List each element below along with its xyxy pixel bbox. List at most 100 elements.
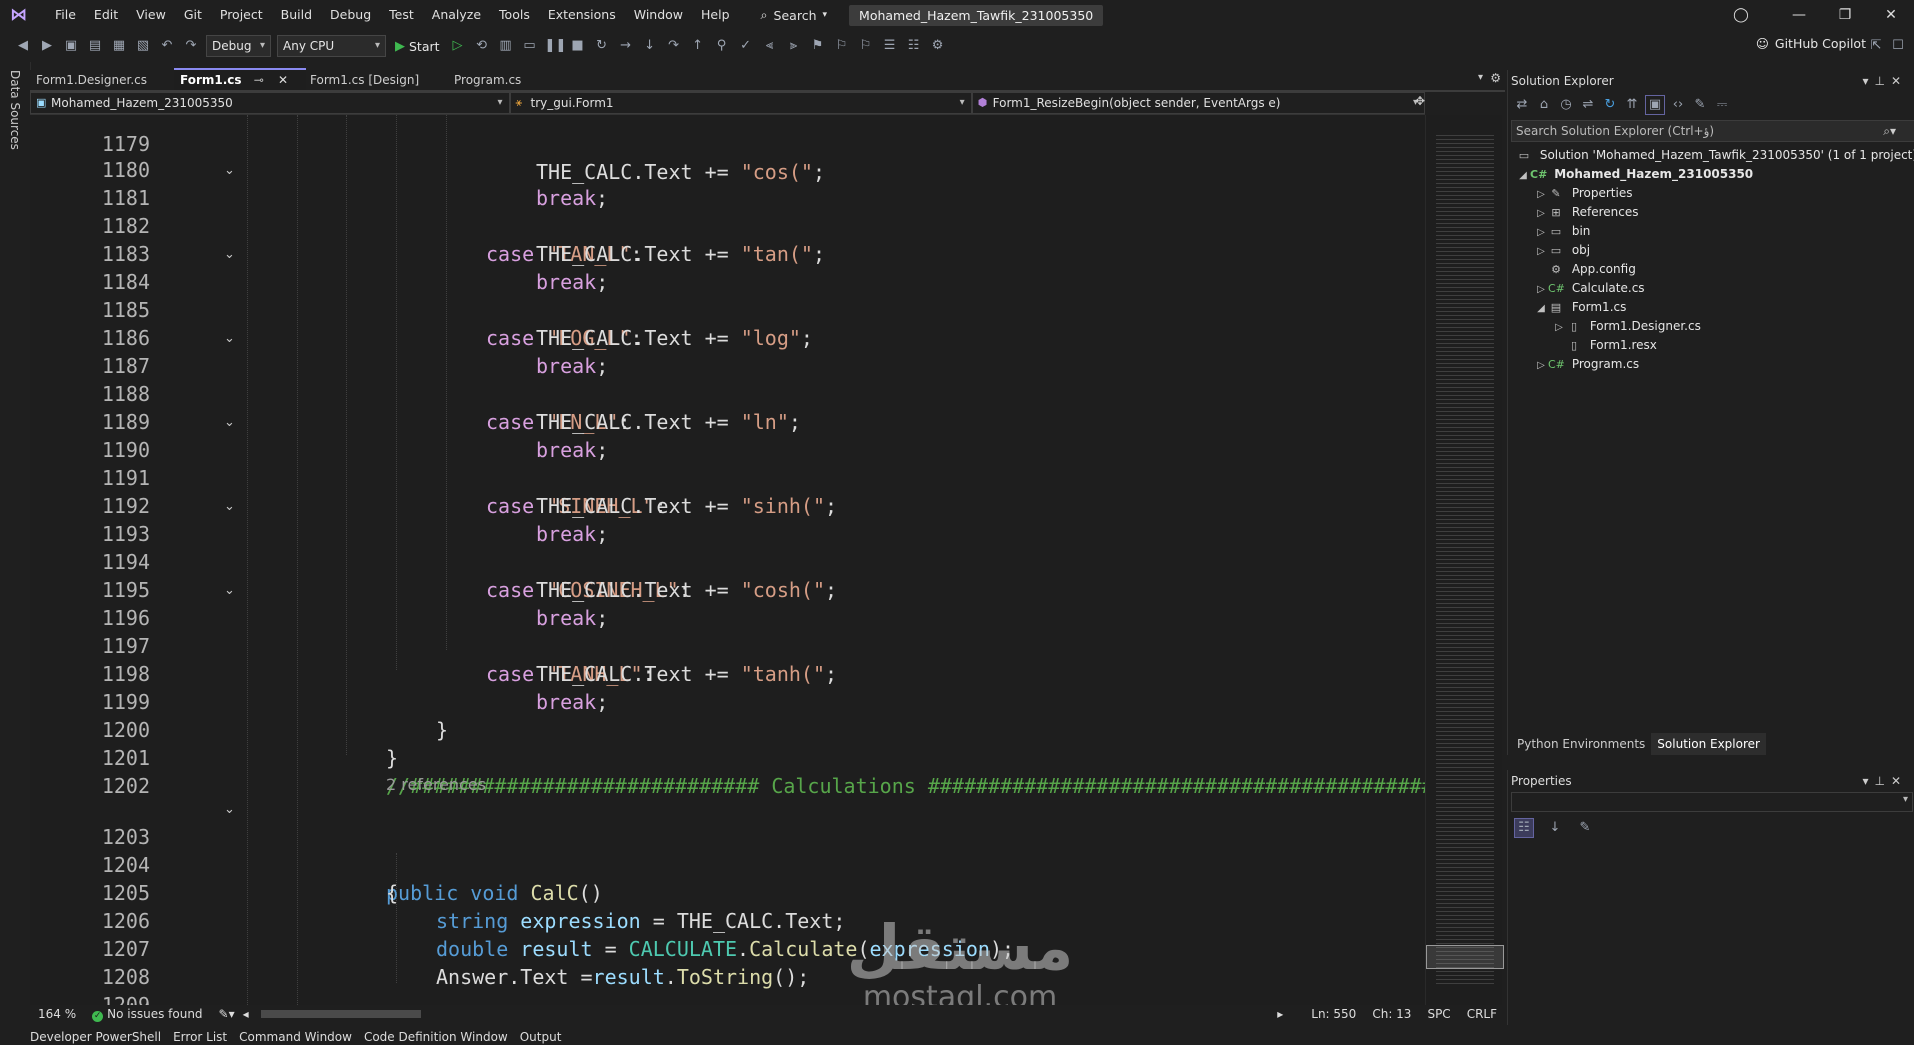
tree-item-form1-resx[interactable]: ▯ Form1.resx (1566, 336, 1657, 355)
menu-debug[interactable]: Debug (321, 0, 380, 30)
align-center-icon[interactable]: ⫸ (785, 37, 803, 55)
layout-icon[interactable]: ▭ (521, 37, 539, 55)
menu-file[interactable]: File (46, 0, 85, 30)
fold-chevron-icon[interactable]: ⌄ (224, 584, 235, 598)
bookmark-icon[interactable]: ⚑ (809, 37, 827, 55)
whitespace-indicator[interactable]: SPC (1427, 1007, 1450, 1021)
scroll-left-icon[interactable]: ◂ (243, 1007, 249, 1021)
browse-icon[interactable]: ▥ (497, 37, 515, 55)
start-without-debugging-icon[interactable]: ▷ (449, 37, 467, 55)
collapse-all-icon[interactable]: ⇈ (1623, 96, 1641, 114)
zoom-level[interactable]: 164 % (38, 1007, 76, 1021)
close-icon[interactable]: ✕ (278, 73, 288, 87)
menu-analyze[interactable]: Analyze (423, 0, 490, 30)
code-minimap[interactable] (1425, 115, 1504, 1005)
menu-window[interactable]: Window (625, 0, 692, 30)
tab-solution-explorer[interactable]: Solution Explorer (1651, 733, 1766, 755)
fold-chevron-icon[interactable]: ⌄ (224, 803, 235, 817)
stop-icon[interactable]: ■ (569, 37, 587, 55)
scroll-right-icon[interactable]: ▸ (1277, 1007, 1283, 1021)
solution-explorer-search-input[interactable]: Search Solution Explorer (Ctrl+ؤ) ⌕▾ (1511, 120, 1914, 142)
fold-chevron-icon[interactable]: ⌄ (224, 332, 235, 346)
restore-button[interactable]: ❐ (1822, 0, 1868, 30)
undo-icon[interactable]: ↶ (158, 37, 176, 55)
show-all-files-icon[interactable]: ▣ (1645, 95, 1665, 115)
search-button[interactable]: ⌕ Search ▾ (751, 7, 838, 23)
bookmark-next-icon[interactable]: ⚐ (857, 37, 875, 55)
menu-view[interactable]: View (127, 0, 175, 30)
tree-item-form1-designer-cs[interactable]: ▷ ▯ Form1.Designer.cs (1552, 317, 1701, 336)
line-ending-indicator[interactable]: CRLF (1467, 1007, 1497, 1021)
history-icon[interactable]: ◷ (1557, 96, 1575, 114)
pin-icon[interactable]: ⊸ (254, 73, 264, 87)
tab-output[interactable]: Output (520, 1030, 562, 1044)
horizontal-scrollbar-thumb[interactable] (260, 1010, 421, 1018)
minimap-viewport[interactable] (1426, 945, 1504, 969)
tree-item-obj[interactable]: ▷ ▭ obj (1534, 241, 1590, 260)
forward-icon[interactable]: ▶ (38, 37, 56, 55)
step-into-icon[interactable]: ↓ (641, 37, 659, 55)
minimize-button[interactable]: — (1776, 0, 1822, 30)
expanded-arrow-icon[interactable]: ◢ (1534, 299, 1548, 318)
collapsed-arrow-icon[interactable]: ▷ (1534, 242, 1548, 261)
tree-item-properties[interactable]: ▷ ✎ Properties (1534, 184, 1632, 203)
code-editor[interactable]: 1179 THE_CALC.Text += "cos("; 1180 break… (30, 115, 1425, 1005)
member-dropdown[interactable]: ⬢ Form1_ResizeBegin(object sender, Event… (971, 92, 1426, 114)
collapsed-arrow-icon[interactable]: ▷ (1534, 280, 1548, 299)
close-window-button[interactable]: ✕ (1868, 0, 1914, 30)
bookmark-prev-icon[interactable]: ⚐ (833, 37, 851, 55)
redo-icon[interactable]: ↷ (182, 37, 200, 55)
tab-program-cs[interactable]: Program.cs (448, 70, 554, 90)
menu-help[interactable]: Help (692, 0, 739, 30)
line-indicator[interactable]: Ln: 550 (1311, 1007, 1356, 1021)
collapsed-arrow-icon[interactable]: ▷ (1534, 356, 1548, 375)
align-left-icon[interactable]: ⫷ (761, 37, 779, 55)
tree-item-calculate-cs[interactable]: ▷ C# Calculate.cs (1534, 279, 1644, 299)
uncomment-icon[interactable]: ☷ (905, 37, 923, 55)
view-code-icon[interactable]: ‹› (1669, 96, 1687, 114)
preview-icon[interactable]: ⎓ (1713, 96, 1731, 114)
menu-build[interactable]: Build (272, 0, 321, 30)
tab-list-dropdown-icon[interactable]: ▾ (1478, 72, 1483, 83)
tab-command-window[interactable]: Command Window (239, 1030, 352, 1044)
data-sources-tab[interactable]: Data Sources (8, 70, 22, 150)
codelens-references[interactable]: 2 references (386, 775, 486, 794)
collapsed-arrow-icon[interactable]: ▷ (1534, 185, 1548, 204)
menu-test[interactable]: Test (380, 0, 423, 30)
fold-chevron-icon[interactable]: ⌄ (224, 416, 235, 430)
home-icon[interactable]: ⌂ (1535, 96, 1553, 114)
tree-item-references[interactable]: ▷ ⊞ References (1534, 203, 1638, 222)
spell-check-icon[interactable]: ✓ (737, 37, 755, 55)
settings-icon[interactable]: ⚙ (929, 37, 947, 55)
configuration-select[interactable]: Debug (206, 35, 271, 57)
tab-error-list[interactable]: Error List (173, 1030, 227, 1044)
visual-studio-logo-icon[interactable]: ⋈ (10, 5, 36, 25)
tree-item-program-cs[interactable]: ▷ C# Program.cs (1534, 355, 1639, 374)
comment-icon[interactable]: ☰ (881, 37, 899, 55)
save-icon[interactable]: ▦ (110, 37, 128, 55)
refresh-icon[interactable]: ↻ (1601, 96, 1619, 114)
tab-developer-powershell[interactable]: Developer PowerShell (30, 1030, 161, 1044)
sync-icon[interactable]: ⇌ (1579, 96, 1597, 114)
menu-git[interactable]: Git (175, 0, 211, 30)
back-icon[interactable]: ◀ (14, 37, 32, 55)
tab-form1-cs-design[interactable]: Form1.cs [Design] (304, 70, 450, 90)
tree-item-app-config[interactable]: ⚙ App.config (1548, 260, 1636, 279)
pane-controls[interactable]: ▾⊥✕ (1862, 774, 1907, 788)
column-indicator[interactable]: Ch: 13 (1372, 1007, 1411, 1021)
class-dropdown[interactable]: ⚹ try_gui.Form1 (509, 92, 972, 114)
fold-chevron-icon[interactable]: ⌄ (224, 164, 235, 178)
feedback-icon[interactable]: ☐ (1889, 37, 1907, 55)
categorized-icon[interactable]: ☷ (1514, 818, 1534, 838)
tree-solution-node[interactable]: ▭ Solution 'Mohamed_Hazem_Tawfik_2310053… (1516, 146, 1914, 165)
tab-form1-designer-cs[interactable]: Form1.Designer.cs (30, 70, 178, 90)
share-icon[interactable]: ⇱ (1867, 37, 1885, 55)
tree-item-bin[interactable]: ▷ ▭ bin (1534, 222, 1590, 241)
step-out-icon[interactable]: ↑ (689, 37, 707, 55)
project-dropdown[interactable]: ▣ Mohamed_Hazem_231005350 (30, 92, 510, 114)
code-cleanup-icon[interactable]: ✎▾ (219, 1007, 235, 1021)
show-next-statement-icon[interactable]: → (617, 37, 635, 55)
tab-python-environments[interactable]: Python Environments (1511, 733, 1651, 755)
properties-object-select[interactable] (1511, 792, 1913, 812)
tab-form1-cs[interactable]: Form1.cs ⊸ ✕ (174, 68, 306, 90)
